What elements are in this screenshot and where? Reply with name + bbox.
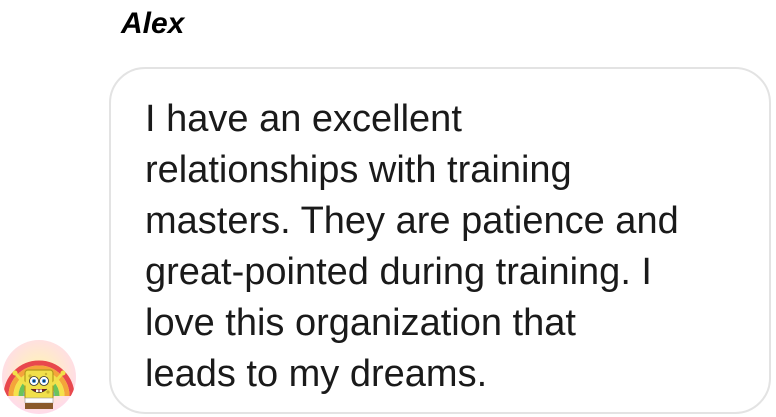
spongebob-imagination-avatar-icon <box>2 340 76 414</box>
avatar[interactable] <box>2 340 76 414</box>
chat-message-screen: Alex I have an excellent relationships w… <box>0 0 776 417</box>
message-text: I have an excellent relationships with t… <box>145 98 679 395</box>
sender-name: Alex <box>121 7 185 40</box>
message-bubble[interactable]: I have an excellent relationships with t… <box>109 67 771 414</box>
